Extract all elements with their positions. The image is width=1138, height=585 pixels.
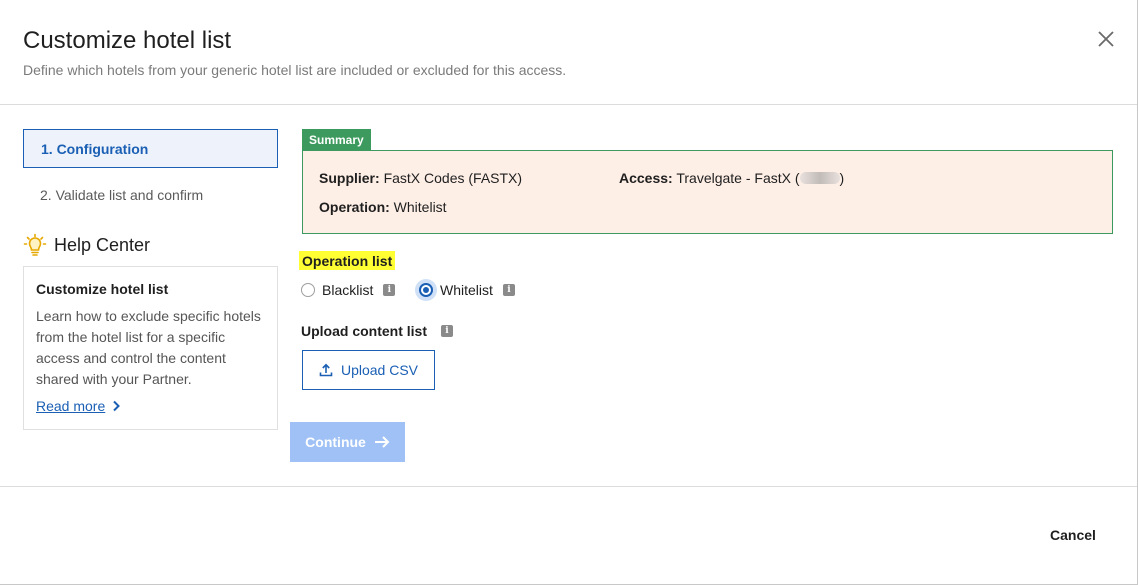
access-value-prefix: Travelgate - FastX ( — [676, 170, 800, 186]
radio-button-unselected[interactable] — [301, 283, 315, 297]
lightbulb-icon — [23, 233, 47, 256]
radio-button-selected[interactable] — [415, 279, 437, 301]
summary-supplier: Supplier: FastX Codes (FASTX) — [319, 170, 522, 186]
help-card: Customize hotel list Learn how to exclud… — [23, 266, 278, 430]
radio-label: Whitelist — [440, 282, 493, 298]
help-center-title: Help Center — [54, 234, 151, 255]
radio-whitelist[interactable]: Whitelist i — [415, 279, 515, 301]
access-label: Access: — [619, 170, 673, 186]
read-more-link[interactable]: Read more — [36, 398, 121, 414]
upload-content-list-label: Upload content list i — [301, 322, 453, 340]
summary-box: Supplier: FastX Codes (FASTX) Access: Tr… — [302, 150, 1113, 234]
dialog-subtitle: Define which hotels from your generic ho… — [23, 62, 567, 78]
help-center-heading: Help Center — [23, 233, 150, 257]
footer-divider — [0, 486, 1137, 487]
help-card-text: Learn how to exclude specific hotels fro… — [36, 308, 261, 387]
info-icon[interactable]: i — [441, 325, 453, 337]
customize-hotel-list-dialog: Customize hotel list Define which hotels… — [0, 0, 1138, 585]
help-card-title: Customize hotel list — [36, 281, 169, 297]
cancel-button[interactable]: Cancel — [1038, 522, 1108, 548]
close-icon — [1098, 31, 1114, 47]
close-button[interactable] — [1094, 27, 1118, 51]
radio-label: Blacklist — [322, 282, 374, 298]
operation-list-label: Operation list — [299, 251, 396, 270]
info-icon[interactable]: i — [383, 284, 396, 296]
operation-label: Operation: — [319, 199, 390, 215]
continue-button[interactable]: Continue — [290, 422, 405, 462]
step-label: 2. Validate list and confirm — [40, 186, 204, 203]
access-value-suffix: ) — [839, 170, 845, 186]
chevron-right-icon — [113, 400, 121, 412]
dialog-header: Customize hotel list Define which hotels… — [0, 0, 1137, 105]
summary-tag: Summary — [302, 129, 371, 150]
summary-access: Access: Travelgate - FastX () — [619, 170, 844, 186]
supplier-label: Supplier: — [319, 170, 380, 186]
redacted-value — [799, 172, 840, 184]
step-configuration[interactable]: 1. Configuration — [23, 129, 278, 168]
upload-label-text: Upload content list — [301, 323, 427, 339]
operation-value: Whitelist — [393, 199, 447, 215]
dialog-title: Customize hotel list — [23, 27, 232, 54]
arrow-right-icon — [374, 436, 390, 448]
step-validate-confirm[interactable]: 2. Validate list and confirm — [23, 175, 278, 214]
upload-icon — [319, 363, 333, 377]
supplier-value: FastX Codes (FASTX) — [383, 170, 523, 186]
info-icon[interactable]: i — [502, 284, 515, 296]
continue-label: Continue — [305, 434, 366, 450]
radio-blacklist[interactable]: Blacklist i — [301, 279, 396, 301]
read-more-label: Read more — [36, 398, 106, 414]
summary-operation: Operation: Whitelist — [319, 199, 447, 215]
step-label: 1. Configuration — [41, 140, 149, 157]
cancel-label: Cancel — [1050, 527, 1096, 543]
upload-csv-button[interactable]: Upload CSV — [302, 350, 435, 390]
upload-csv-label: Upload CSV — [340, 362, 419, 378]
